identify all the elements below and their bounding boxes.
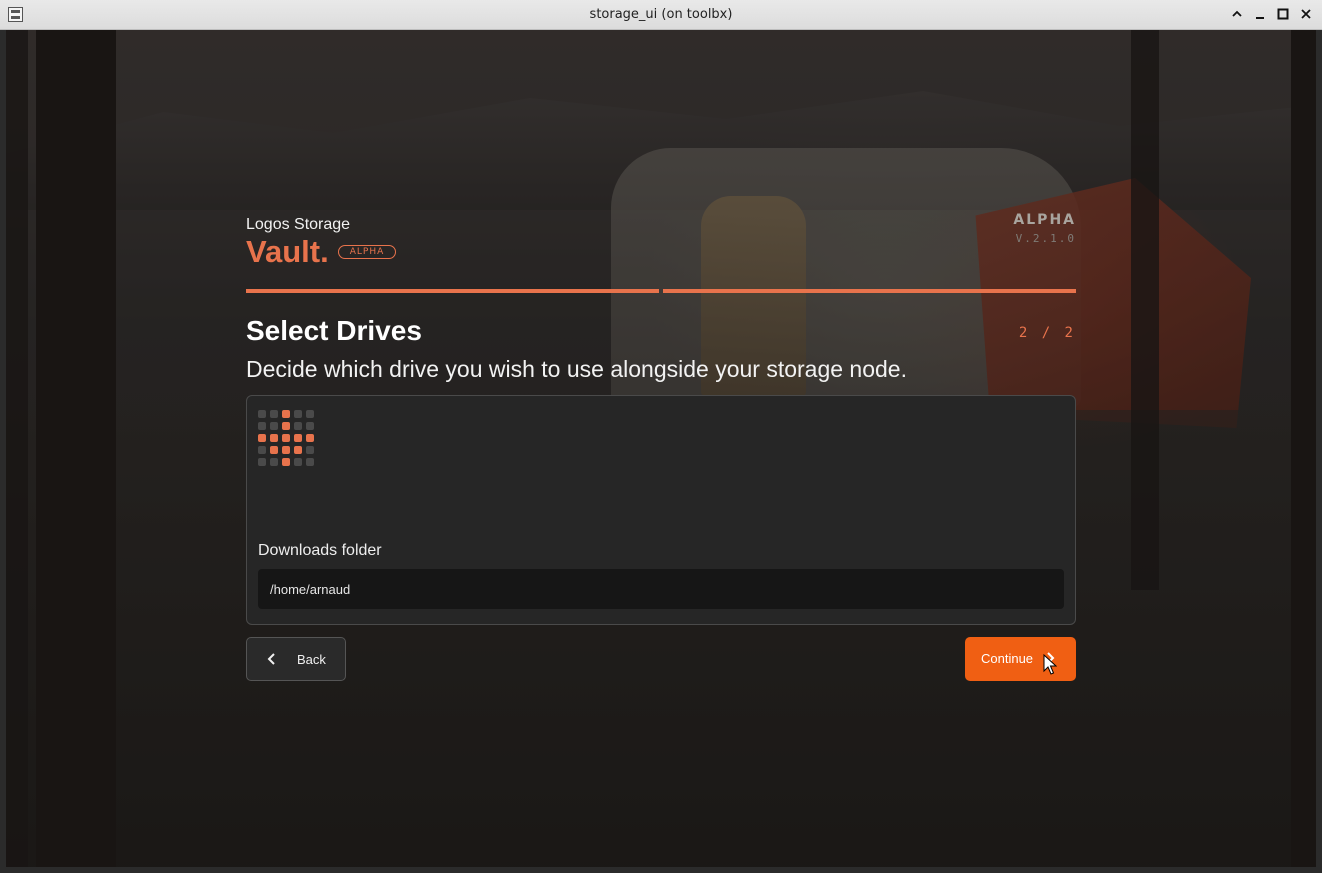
- maximize-up-icon[interactable]: [1229, 6, 1245, 22]
- chevron-left-icon: [267, 653, 277, 668]
- step-counter: 2 / 2: [1018, 325, 1076, 341]
- back-button-label: Back: [297, 652, 326, 667]
- minimize-icon[interactable]: [1252, 6, 1268, 22]
- step-description: Decide which drive you wish to use along…: [246, 356, 907, 382]
- continue-button-label: Continue: [981, 651, 1034, 666]
- page-title: Select Drives: [246, 315, 422, 346]
- progress-segment-1: [246, 289, 659, 293]
- brand-product-line: Logos Storage: [246, 216, 351, 233]
- mouse-cursor-icon: [1043, 653, 1058, 681]
- window-title: storage_ui (on toolbx): [589, 7, 733, 22]
- restore-icon[interactable]: [1275, 6, 1291, 22]
- downloads-folder-label: Downloads folder: [258, 542, 382, 559]
- drive-selection-card: Downloads folder: [246, 395, 1076, 625]
- progress-segment-2: [663, 289, 1076, 293]
- downloads-folder-path-input[interactable]: [258, 569, 1064, 609]
- pixel-grid-icon: [258, 410, 318, 470]
- continue-button[interactable]: Continue: [965, 637, 1076, 681]
- window-titlebar: storage_ui (on toolbx): [0, 0, 1322, 30]
- brand-name: Vault.: [246, 234, 329, 269]
- alpha-badge: ALPHA: [338, 245, 396, 259]
- release-label: ALPHA: [1013, 212, 1076, 228]
- back-button[interactable]: Back: [246, 637, 346, 681]
- close-icon[interactable]: [1298, 6, 1314, 22]
- version-label: V.2.1.0: [1015, 232, 1076, 245]
